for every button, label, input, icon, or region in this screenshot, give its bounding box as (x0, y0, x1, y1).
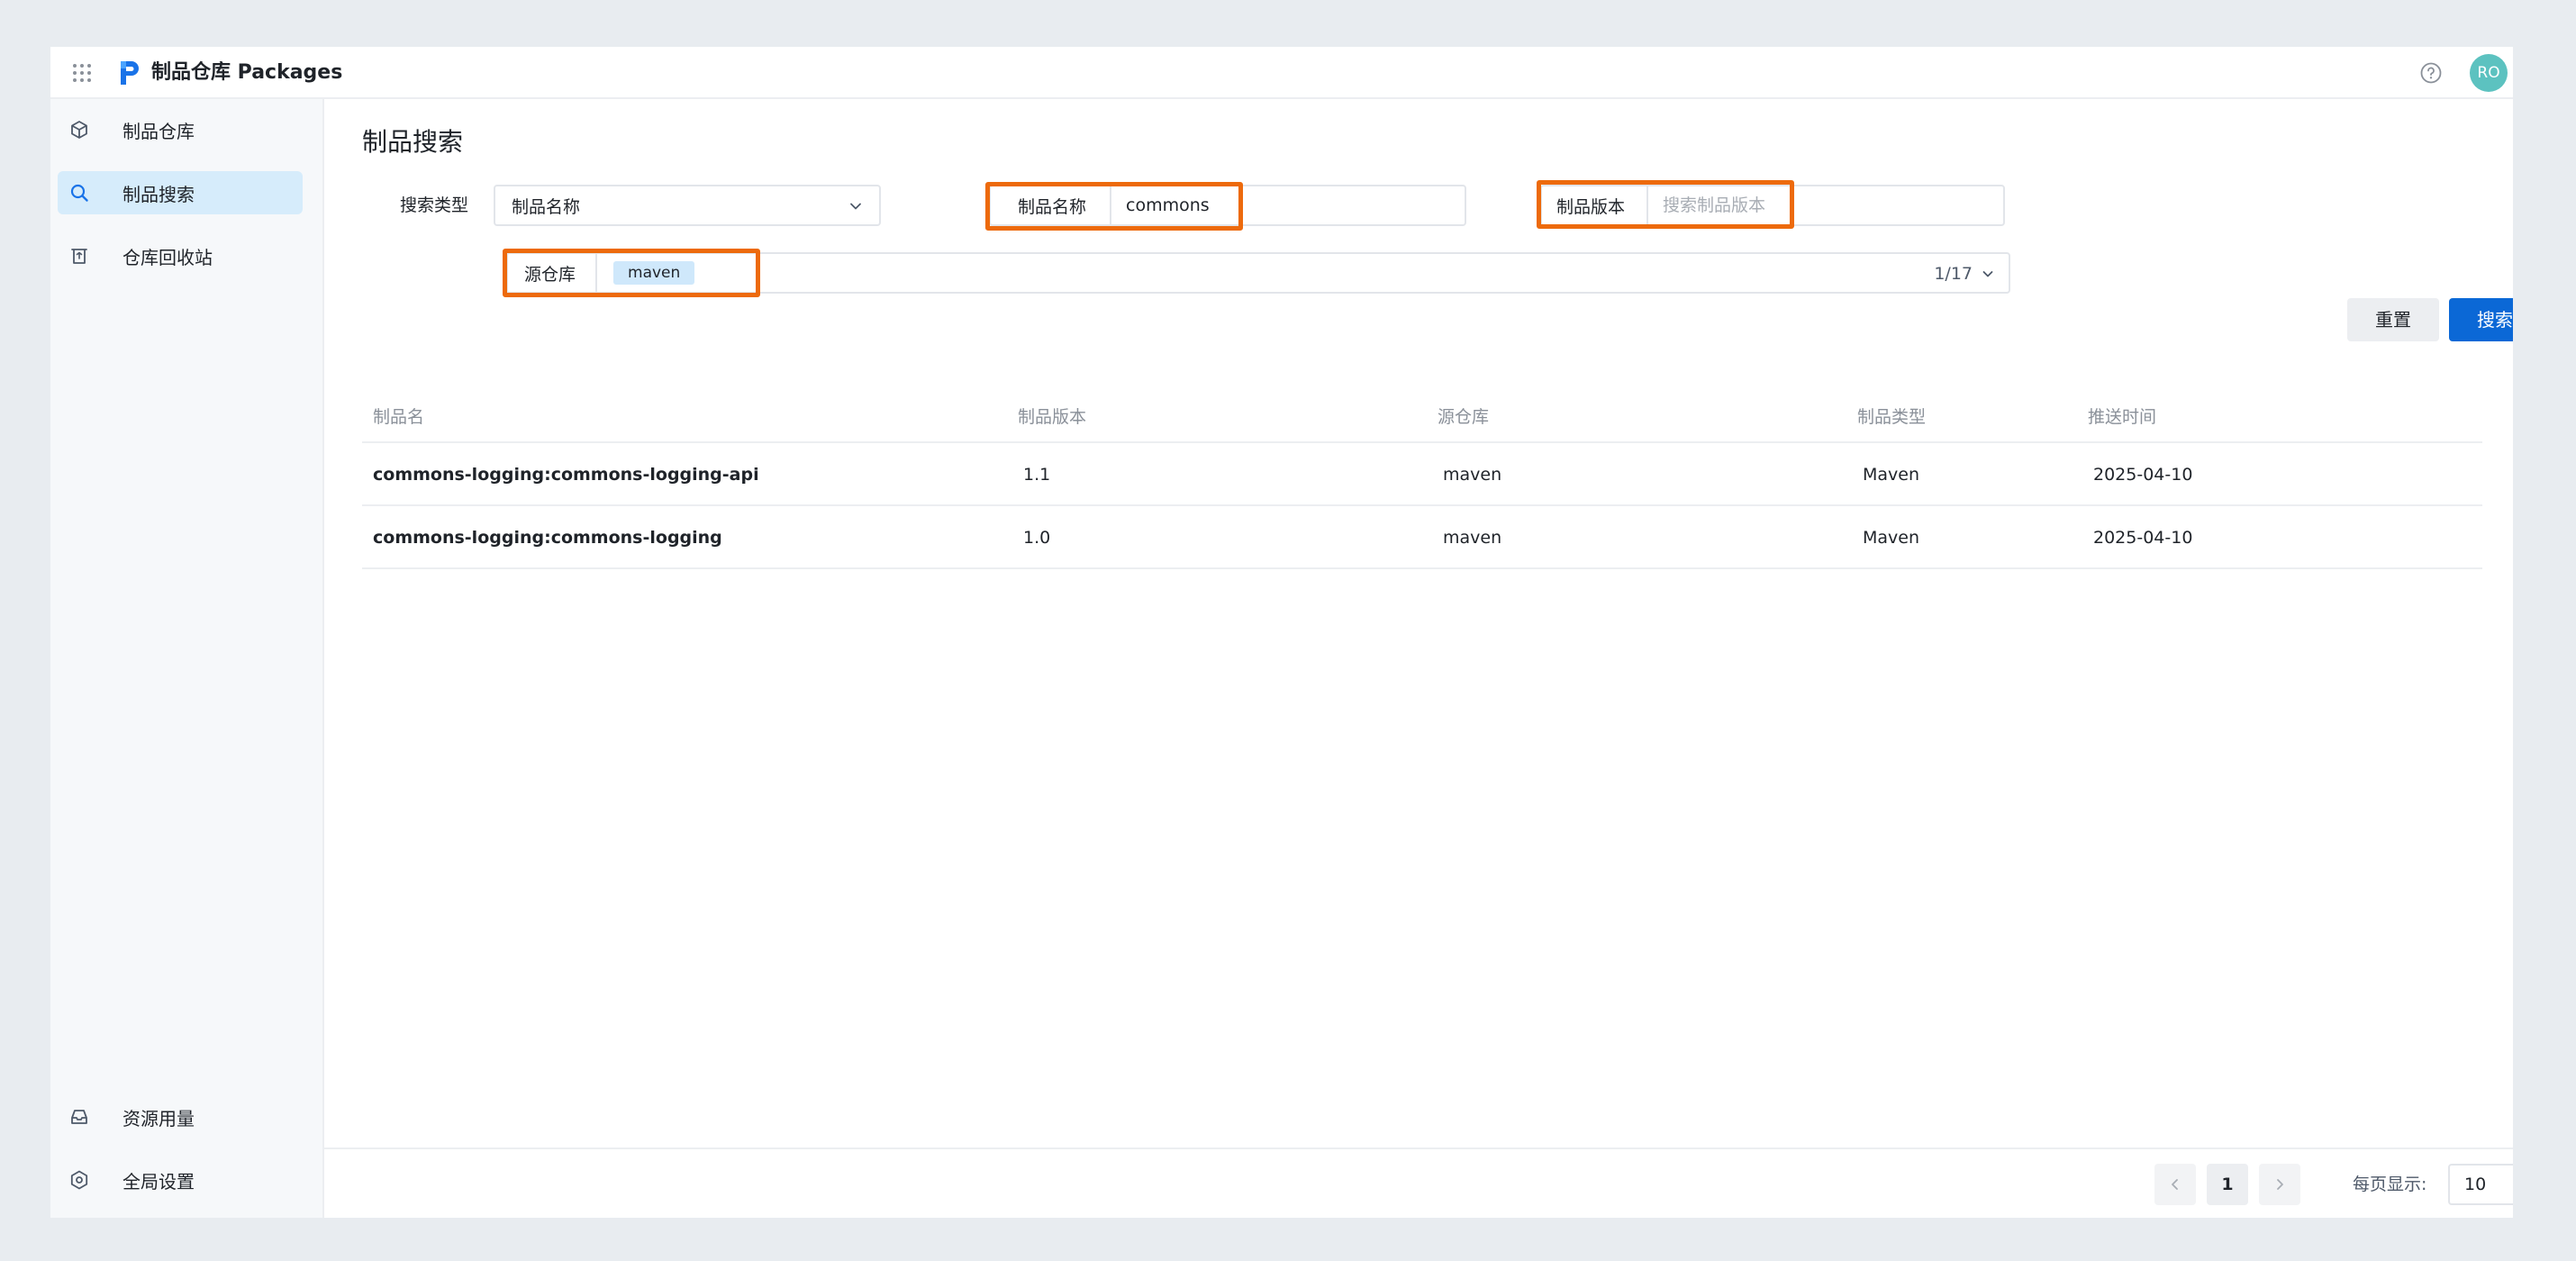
chevron-down-icon (850, 203, 861, 210)
inbox-icon (71, 1110, 87, 1124)
type-cell: Maven (1863, 465, 1920, 485)
sidebar-item-label: 全局设置 (122, 1170, 195, 1193)
package-name-cell[interactable]: commons-logging:commons-logging-api (373, 443, 759, 506)
repo-selection-counter: 1/17 (1934, 264, 1973, 284)
version-field-label: 制品版本 (1542, 186, 1649, 224)
per-page-value: 10 (2464, 1175, 2487, 1194)
package-name-cell[interactable]: commons-logging:commons-logging (373, 506, 722, 569)
source-repo-label: 源仓库 (508, 254, 598, 292)
search-type-select[interactable]: 制品名称 (494, 185, 881, 226)
column-header-push-time: 推送时间 (2088, 407, 2157, 427)
top-bar: 制品仓库 Packages RO (50, 47, 2513, 99)
main-content: 制品搜索 搜索类型 制品名称 制品名称 commons 制品版本 源仓库 mav… (324, 99, 2513, 1218)
version-cell: 1.1 (1023, 465, 1051, 485)
user-avatar[interactable]: RO (2470, 54, 2508, 92)
sidebar-item-repositories[interactable]: 制品仓库 (58, 108, 303, 151)
brand-title: 制品仓库 Packages (151, 61, 343, 84)
page-title: 制品搜索 (362, 127, 464, 157)
source-repo-field[interactable]: 源仓库 maven 1/17 (506, 252, 2010, 294)
search-type-value: 制品名称 (512, 196, 581, 217)
cube-icon (71, 121, 87, 139)
push-time-cell: 2025-04-10 (2093, 465, 2193, 485)
search-icon (70, 184, 88, 202)
chevron-down-icon[interactable] (1980, 266, 1996, 282)
type-cell: Maven (1863, 528, 1920, 548)
column-header-repo: 源仓库 (1438, 407, 1490, 427)
sidebar-item-resource-usage[interactable]: 资源用量 (58, 1095, 303, 1139)
settings-icon (70, 1170, 88, 1190)
name-field-label: 制品名称 (991, 186, 1112, 224)
push-time-cell: 2025-04-10 (2093, 528, 2193, 548)
sidebar-item-recycle-bin[interactable]: 仓库回收站 (58, 234, 303, 277)
page-number-button[interactable]: 1 (2207, 1164, 2248, 1205)
prev-page-button[interactable] (2154, 1164, 2196, 1205)
sidebar-item-label: 仓库回收站 (122, 246, 213, 268)
per-page-select[interactable]: 10 (2448, 1164, 2513, 1205)
table-row[interactable]: commons-logging:commons-logging 1.0 mave… (362, 506, 2482, 569)
repo-cell: maven (1443, 528, 1502, 548)
app-grid-icon[interactable] (67, 58, 97, 88)
search-button[interactable]: 搜索 (2449, 298, 2513, 341)
chevron-left-icon (2172, 1179, 2178, 1190)
sidebar-item-label: 制品仓库 (122, 120, 195, 142)
search-type-label: 搜索类型 (400, 195, 469, 215)
recycle-bin-icon (71, 249, 87, 264)
name-field-value[interactable]: commons (1111, 195, 1465, 215)
app-window: 制品仓库 Packages RO 制品仓库 制品搜索 仓库回收站 资源用量 全局… (50, 47, 2513, 1218)
name-field[interactable]: 制品名称 commons (989, 185, 1466, 226)
sidebar: 制品仓库 制品搜索 仓库回收站 资源用量 全局设置 (50, 99, 324, 1218)
reset-button[interactable]: 重置 (2347, 298, 2439, 341)
version-field[interactable]: 制品版本 (1540, 185, 2005, 226)
help-icon[interactable] (2419, 61, 2443, 85)
per-page-label: 每页显示: (2353, 1175, 2427, 1194)
column-header-type: 制品类型 (1857, 407, 1927, 427)
chevron-right-icon (2277, 1179, 2283, 1190)
repo-cell: maven (1443, 465, 1502, 485)
table-header: 制品名 制品版本 源仓库 制品类型 推送时间 (362, 391, 2482, 443)
pagination-bar: 1 每页显示: 10 (324, 1148, 2513, 1218)
sidebar-item-label: 制品搜索 (122, 183, 195, 205)
column-header-name: 制品名 (373, 407, 425, 427)
results-table: 制品名 制品版本 源仓库 制品类型 推送时间 commons-logging:c… (362, 391, 2482, 569)
version-search-input[interactable] (1648, 195, 2003, 215)
repo-tag[interactable]: maven (613, 261, 695, 285)
chevron-down-icon (2511, 1176, 2513, 1193)
table-row[interactable]: commons-logging:commons-logging-api 1.1 … (362, 443, 2482, 506)
sidebar-item-label: 资源用量 (122, 1107, 195, 1129)
next-page-button[interactable] (2259, 1164, 2300, 1205)
sidebar-item-search[interactable]: 制品搜索 (58, 171, 303, 214)
column-header-version: 制品版本 (1018, 407, 1087, 427)
packages-logo-icon (121, 61, 139, 85)
version-cell: 1.0 (1023, 528, 1051, 548)
sidebar-item-global-settings[interactable]: 全局设置 (58, 1158, 238, 1202)
